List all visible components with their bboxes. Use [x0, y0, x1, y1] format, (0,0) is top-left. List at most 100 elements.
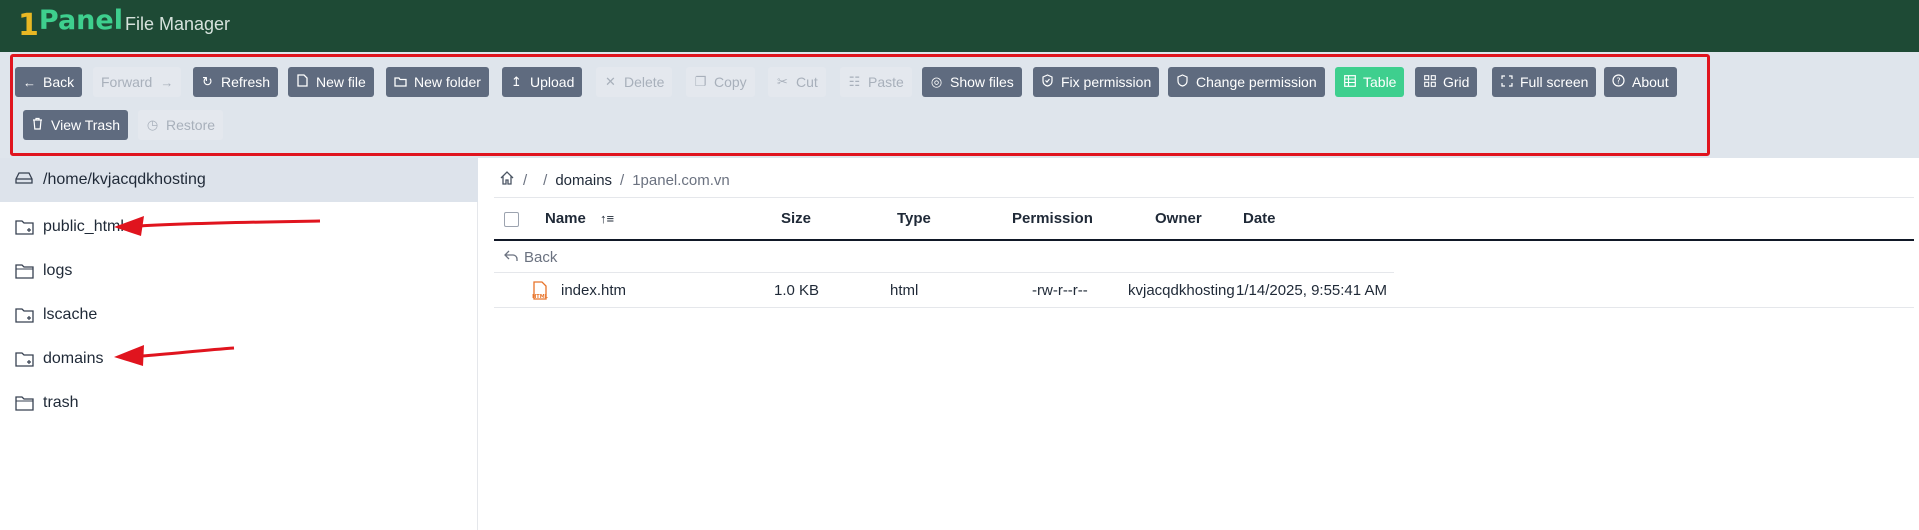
top-header: 1 Panel File Manager	[0, 0, 1919, 52]
column-owner[interactable]: Owner	[1155, 210, 1202, 227]
shield-check-icon	[1041, 74, 1054, 90]
copy-button[interactable]: ❐ Copy	[686, 67, 755, 97]
restore-button-label: Restore	[166, 117, 216, 133]
about-button[interactable]: ? About	[1604, 67, 1677, 97]
svg-text:HTML: HTML	[532, 294, 548, 300]
show-files-button-label: Show files	[950, 74, 1014, 90]
paste-button-label: Paste	[868, 74, 904, 90]
view-trash-button[interactable]: View Trash	[23, 110, 128, 140]
cut-button-label: Cut	[796, 74, 818, 90]
folder-plus-icon	[15, 307, 35, 323]
file-icon	[296, 74, 309, 90]
toolbar: ← Back Forward → ↻ Refresh New file New …	[0, 52, 1919, 158]
view-trash-button-label: View Trash	[51, 117, 120, 133]
sidebar-item-lscache[interactable]: lscache	[15, 302, 97, 328]
folder-icon	[394, 75, 407, 90]
breadcrumb-separator: /	[543, 171, 548, 189]
upload-button[interactable]: ↥ Upload	[502, 67, 583, 97]
return-icon	[504, 249, 518, 266]
home-icon[interactable]	[499, 170, 515, 190]
column-name[interactable]: Name ↑≡	[545, 210, 614, 227]
new-folder-button-label: New folder	[414, 74, 481, 90]
grid-icon	[1423, 74, 1436, 90]
breadcrumb-separator: /	[523, 171, 528, 189]
sidebar-item-label: domains	[43, 350, 104, 367]
table-row[interactable]: HTML index.htm 1.0 KB html -rw-r--r-- kv…	[494, 274, 1914, 308]
breadcrumb: / / domains / 1panel.com.vn	[499, 168, 730, 192]
sidebar-item-label: lscache	[43, 306, 98, 323]
breadcrumb-domains[interactable]: domains	[555, 172, 612, 189]
back-row[interactable]: Back	[494, 243, 1394, 273]
history-icon: ◷	[146, 117, 159, 132]
file-owner: kvjacqdkhosting	[1128, 282, 1235, 299]
table-header: Name ↑≡ Size Type Permission Owner Date	[494, 198, 1914, 241]
file-permission[interactable]: -rw-r--r--	[1032, 282, 1088, 299]
file-date: 1/14/2025, 9:55:41 AM	[1236, 282, 1387, 299]
back-button-label: Back	[43, 74, 75, 90]
logo-panel: Panel	[38, 5, 123, 36]
forward-button[interactable]: Forward →	[93, 67, 182, 97]
html-file-icon: HTML	[532, 281, 549, 301]
new-file-button-label: New file	[316, 74, 366, 90]
folder-plus-icon	[15, 351, 35, 367]
breadcrumb-current: 1panel.com.vn	[632, 171, 730, 189]
cut-button[interactable]: ✂ Cut	[768, 67, 826, 97]
copy-button-label: Copy	[714, 74, 747, 90]
table-view-button-label: Table	[1363, 74, 1397, 90]
file-list-panel: / / domains / 1panel.com.vn Name ↑≡ Size…	[479, 158, 1919, 530]
help-circle-icon: ?	[1612, 74, 1625, 90]
file-type: html	[890, 282, 919, 299]
root-path-item[interactable]: /home/kvjacqdkhosting	[0, 158, 478, 202]
full-screen-button-label: Full screen	[1520, 74, 1589, 90]
new-folder-button[interactable]: New folder	[386, 67, 489, 97]
forward-button-label: Forward	[101, 74, 153, 90]
arrow-right-icon: →	[160, 74, 174, 90]
column-size[interactable]: Size	[781, 210, 811, 227]
refresh-button[interactable]: ↻ Refresh	[193, 67, 279, 97]
fix-permission-button[interactable]: Fix permission	[1033, 67, 1160, 97]
sidebar-item-label: trash	[43, 394, 79, 411]
full-screen-button[interactable]: Full screen	[1492, 67, 1597, 97]
svg-text:?: ?	[1616, 77, 1620, 86]
delete-button[interactable]: ✕ Delete	[596, 67, 673, 97]
back-button[interactable]: ← Back	[15, 67, 83, 97]
column-name-label: Name	[545, 210, 586, 227]
logo-one: 1	[18, 8, 39, 43]
table-icon	[1343, 74, 1356, 90]
column-date[interactable]: Date	[1243, 210, 1276, 227]
paste-button[interactable]: ☷ Paste	[840, 67, 912, 97]
folder-icon	[15, 395, 35, 411]
sidebar-item-trash[interactable]: trash	[15, 390, 79, 416]
annotation-arrow-domains	[114, 345, 235, 366]
close-icon: ✕	[605, 74, 616, 89]
select-all-checkbox[interactable]	[504, 212, 519, 227]
back-row-label: Back	[524, 249, 558, 266]
sidebar-item-domains[interactable]: domains	[15, 346, 103, 372]
change-permission-button[interactable]: Change permission	[1168, 67, 1325, 97]
sidebar-item-label: logs	[43, 262, 73, 279]
file-name[interactable]: index.htm	[561, 282, 626, 299]
restore-button[interactable]: ◷ Restore	[138, 110, 224, 140]
new-file-button[interactable]: New file	[288, 67, 374, 97]
app-logo[interactable]: 1 Panel	[18, 5, 123, 46]
refresh-button-label: Refresh	[221, 74, 271, 90]
sidebar-item-public_html[interactable]: public_html	[15, 214, 124, 240]
fix-permission-button-label: Fix permission	[1061, 74, 1152, 90]
scissors-icon: ✂	[777, 74, 788, 89]
change-permission-button-label: Change permission	[1196, 74, 1317, 90]
sidebar-item-logs[interactable]: logs	[15, 258, 72, 284]
clipboard-icon: ☷	[848, 74, 861, 89]
show-files-button[interactable]: ◎ Show files	[922, 67, 1022, 97]
about-button-label: About	[1632, 74, 1669, 90]
grid-view-button[interactable]: Grid	[1415, 67, 1478, 97]
arrow-left-icon: ←	[23, 74, 36, 90]
table-view-button[interactable]: Table	[1335, 67, 1405, 97]
folder-icon	[15, 263, 35, 279]
breadcrumb-separator: /	[620, 171, 625, 189]
file-size: 1.0 KB	[774, 282, 820, 299]
eye-off-icon: ◎	[930, 74, 943, 89]
column-permission[interactable]: Permission	[1012, 210, 1093, 227]
column-type[interactable]: Type	[897, 210, 931, 227]
page-title: File Manager	[125, 14, 231, 34]
sort-ascending-icon[interactable]: ↑≡	[600, 211, 614, 226]
